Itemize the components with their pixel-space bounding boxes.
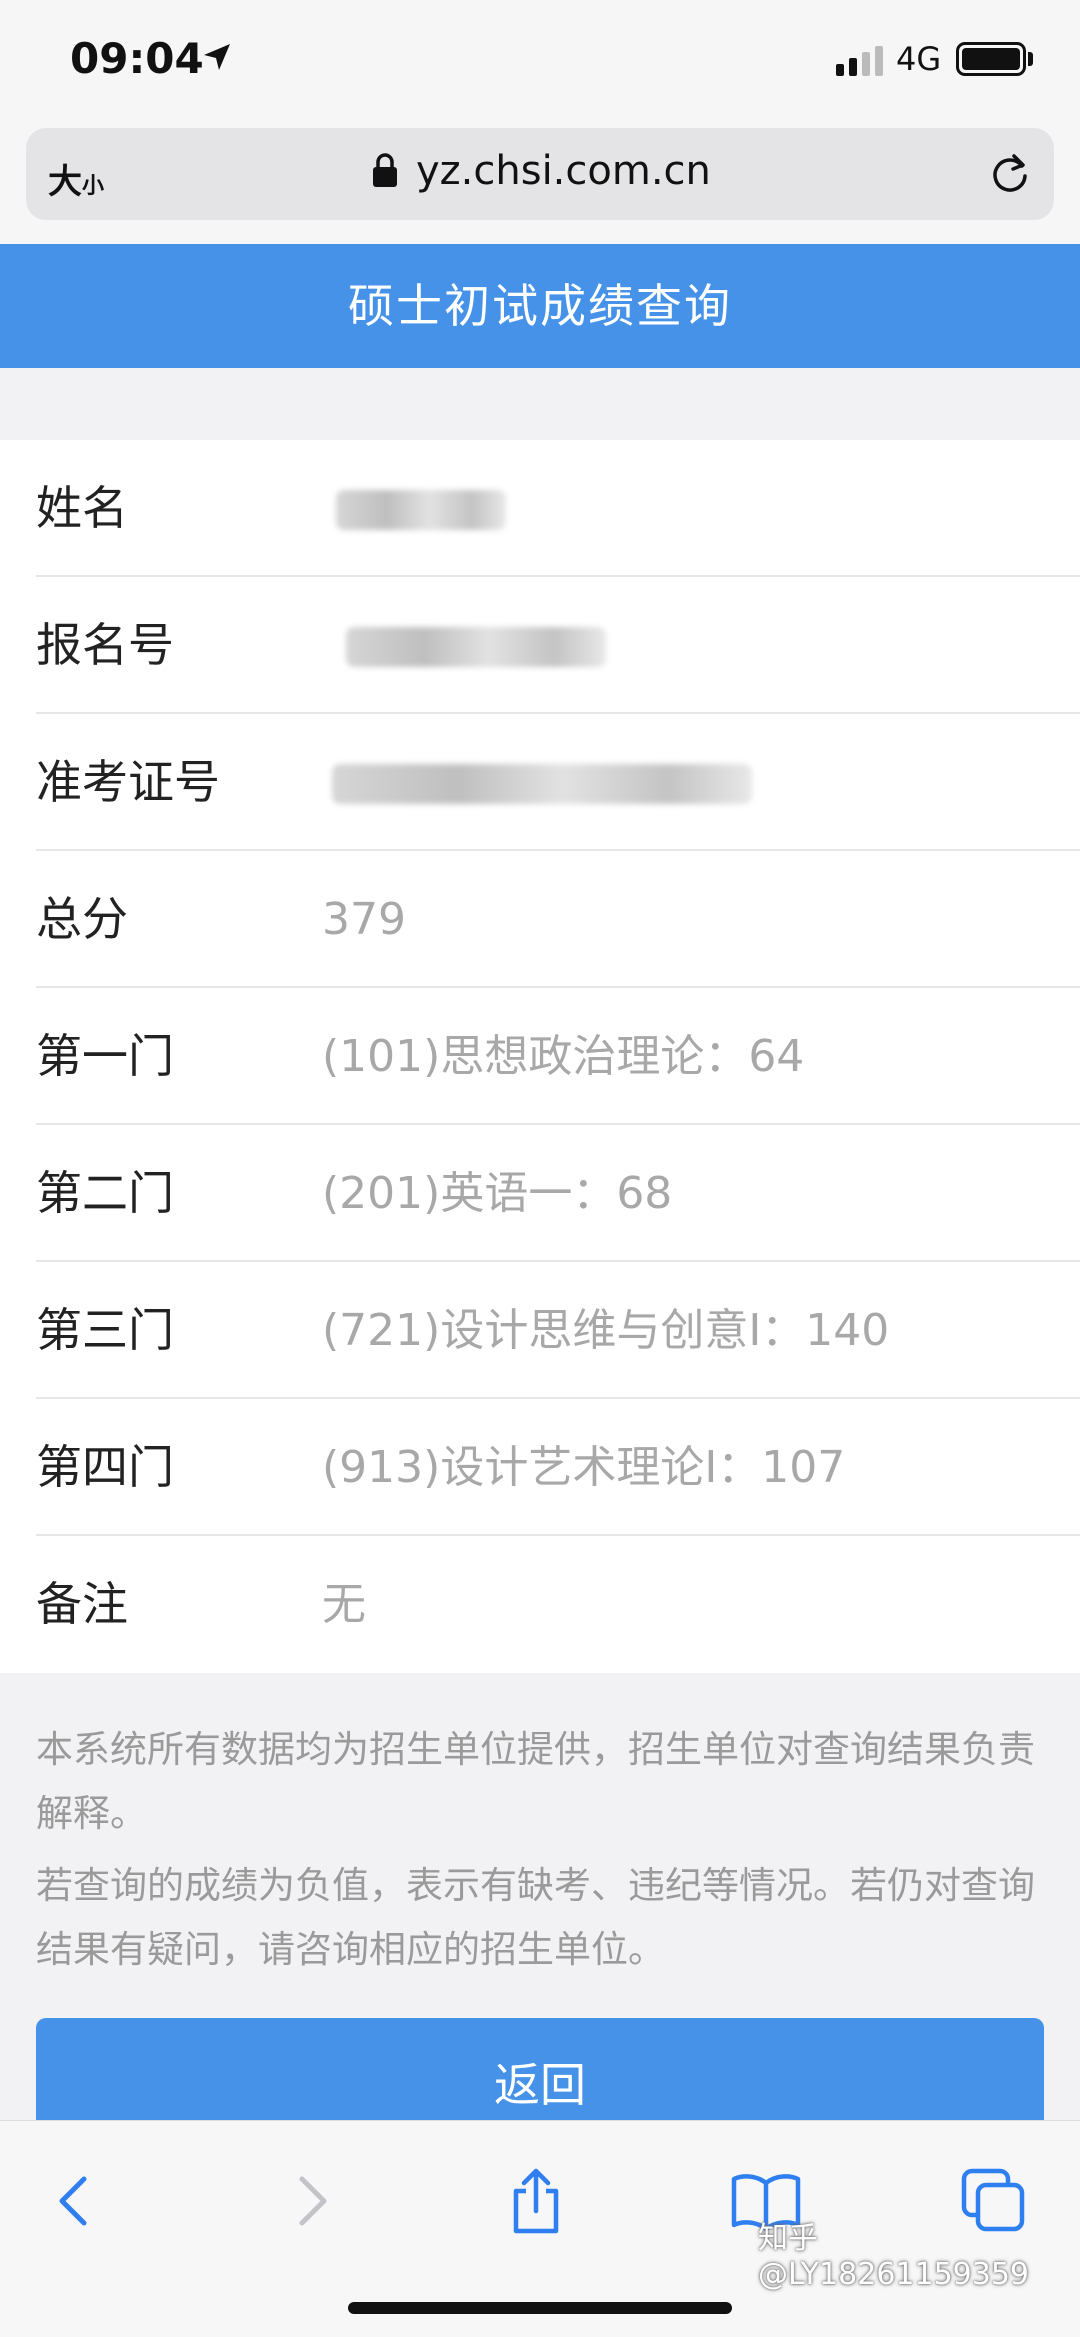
redacted-value	[336, 490, 506, 530]
share-icon[interactable]	[496, 2161, 576, 2241]
row-label: 备注	[36, 1577, 128, 1631]
disclaimer-notes: 本系统所有数据均为招生单位提供，招生单位对查询结果负责解释。 若查询的成绩为负值…	[36, 1718, 1046, 1990]
row-label: 姓名	[36, 481, 128, 535]
text-size-button[interactable]: 大小	[48, 154, 104, 203]
forward-arrow-icon[interactable]	[270, 2161, 350, 2241]
address-bar[interactable]: 大小 yz.chsi.com.cn	[26, 128, 1054, 220]
table-row-total: 总分 379	[36, 851, 1080, 988]
back-arrow-icon[interactable]	[36, 2161, 116, 2241]
table-row-remarks: 备注 无	[36, 1536, 1080, 1673]
row-value: (101)思想政治理论：64	[322, 1031, 805, 1082]
browser-address-area: 大小 yz.chsi.com.cn	[0, 118, 1080, 244]
battery-icon	[956, 42, 1026, 76]
page-title: 硕士初试成绩查询	[348, 279, 732, 333]
battery-cap	[1028, 52, 1033, 66]
row-value: (201)英语一：68	[322, 1168, 673, 1219]
score-table: 姓名 报名号 准考证号 总分 379 第一门 (101)思想政治理论：64 第二…	[0, 440, 1080, 1673]
table-row-registration: 报名号	[36, 577, 1080, 714]
status-time: 09:04	[70, 34, 204, 83]
table-row-subject-1: 第一门 (101)思想政治理论：64	[36, 988, 1080, 1125]
reload-icon[interactable]	[988, 152, 1032, 196]
row-label: 总分	[36, 892, 128, 946]
status-bar: 09:04 4G	[0, 0, 1080, 118]
row-label: 第四门	[36, 1440, 174, 1494]
row-value: (913)设计艺术理论I：107	[322, 1442, 846, 1493]
home-indicator	[348, 2302, 732, 2314]
row-label: 第三门	[36, 1303, 174, 1357]
table-row-name: 姓名	[36, 440, 1080, 577]
row-label: 第一门	[36, 1029, 174, 1083]
lock-icon	[373, 153, 397, 187]
redacted-value	[332, 764, 752, 804]
row-label: 报名号	[36, 618, 174, 672]
row-label: 准考证号	[36, 755, 220, 809]
watermark: 知乎 @LY18261159359	[758, 2221, 1030, 2292]
note-text: 本系统所有数据均为招生单位提供，招生单位对查询结果负责解释。	[36, 1728, 1035, 1835]
row-value: 无	[322, 1579, 366, 1630]
network-type: 4G	[896, 40, 942, 78]
table-row-ticket: 准考证号	[36, 714, 1080, 851]
table-row-subject-2: 第二门 (201)英语一：68	[36, 1125, 1080, 1262]
note-text: 若查询的成绩为负值，表示有缺考、违纪等情况。若仍对查询结果有疑问，请咨询相应的招…	[36, 1864, 1035, 1971]
table-row-subject-4: 第四门 (913)设计艺术理论I：107	[36, 1399, 1080, 1536]
redacted-value	[346, 627, 606, 667]
row-label: 第二门	[36, 1166, 174, 1220]
page-header: 硕士初试成绩查询	[0, 244, 1080, 368]
location-arrow-icon	[204, 44, 230, 70]
url-text[interactable]: yz.chsi.com.cn	[416, 148, 711, 194]
table-row-subject-3: 第三门 (721)设计思维与创意I：140	[36, 1262, 1080, 1399]
signal-icon	[836, 46, 883, 76]
row-value: 379	[322, 894, 406, 945]
row-value: (721)设计思维与创意I：140	[322, 1305, 890, 1356]
